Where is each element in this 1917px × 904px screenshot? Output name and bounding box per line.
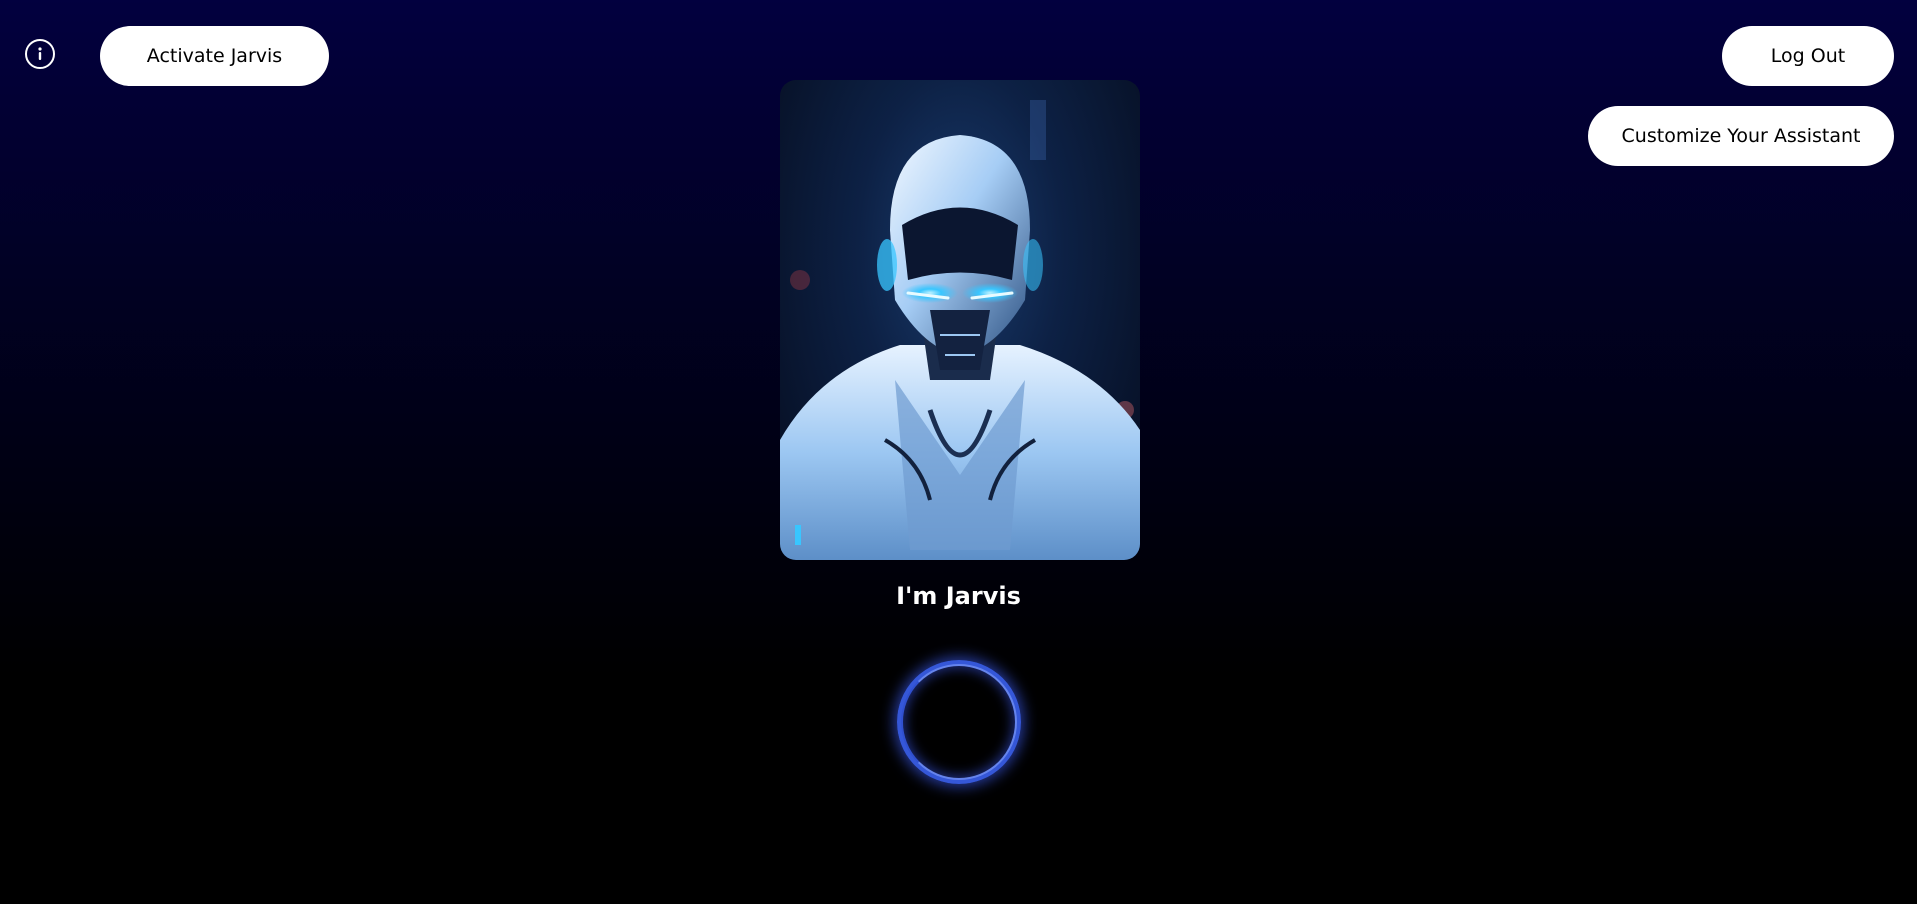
robot-illustration bbox=[780, 100, 1140, 560]
assistant-name-heading: I'm Jarvis bbox=[896, 582, 1021, 610]
customize-assistant-button[interactable]: Customize Your Assistant bbox=[1588, 106, 1894, 166]
log-out-button[interactable]: Log Out bbox=[1722, 26, 1894, 86]
voice-ring-icon[interactable] bbox=[897, 660, 1021, 784]
activate-jarvis-button[interactable]: Activate Jarvis bbox=[100, 26, 329, 86]
assistant-portrait bbox=[780, 80, 1140, 560]
info-icon[interactable] bbox=[25, 39, 55, 69]
